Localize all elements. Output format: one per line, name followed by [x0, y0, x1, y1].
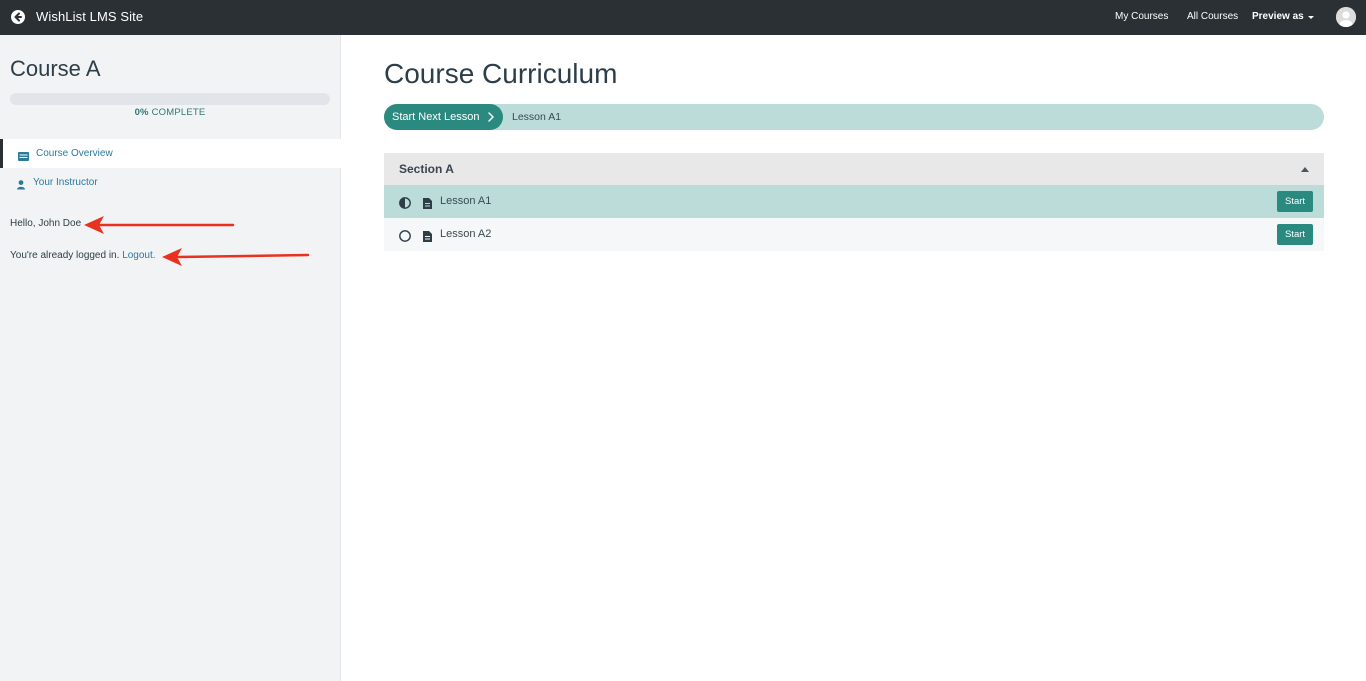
sidebar-item-label: Course Overview: [36, 148, 113, 159]
start-next-lesson-label: Start Next Lesson: [392, 111, 480, 123]
sidebar: Course A 0% COMPLETE Course Overview You…: [0, 35, 341, 681]
progress-label: 0% COMPLETE: [10, 107, 330, 118]
site-title[interactable]: WishList LMS Site: [36, 9, 143, 24]
all-courses-link[interactable]: All Courses: [1187, 11, 1238, 22]
next-lesson-name: Lesson A1: [512, 111, 562, 123]
half-circle-progress-icon: [399, 196, 411, 214]
lesson-label: Lesson A2: [440, 228, 492, 240]
sidebar-item-your-instructor[interactable]: Your Instructor: [0, 168, 341, 197]
user-icon: [15, 177, 28, 195]
progress-complete-text: COMPLETE: [151, 107, 206, 118]
lesson-label: Lesson A1: [440, 195, 492, 207]
sidebar-item-label: Your Instructor: [33, 177, 98, 188]
collapse-caret-icon[interactable]: [1301, 167, 1309, 172]
chevron-right-icon: [488, 112, 494, 125]
next-lesson-bar: Start Next Lesson Lesson A1: [384, 104, 1324, 130]
section-header[interactable]: Section A: [384, 153, 1324, 185]
annotation-arrow-icon: [162, 248, 310, 266]
document-icon: [423, 229, 432, 247]
empty-circle-icon: [399, 229, 411, 247]
page-title: Course Curriculum: [384, 58, 618, 89]
logged-in-text: You're already logged in.: [10, 250, 120, 261]
start-lesson-button[interactable]: Start: [1277, 224, 1313, 245]
list-icon: [18, 148, 29, 166]
course-title: Course A: [10, 56, 101, 81]
annotation-arrow-icon: [84, 216, 235, 234]
my-courses-link[interactable]: My Courses: [1115, 11, 1168, 22]
section-title: Section A: [399, 162, 454, 176]
document-icon: [423, 196, 432, 214]
logout-link[interactable]: Logout.: [122, 250, 155, 261]
avatar[interactable]: [1336, 7, 1356, 27]
start-next-lesson-button[interactable]: Start Next Lesson: [384, 104, 503, 130]
start-lesson-button[interactable]: Start: [1277, 191, 1313, 212]
progress-percent: 0%: [134, 107, 149, 118]
top-bar: WishList LMS Site My Courses All Courses…: [0, 0, 1366, 35]
logged-in-message: You're already logged in. Logout.: [10, 250, 156, 261]
sidebar-item-course-overview[interactable]: Course Overview: [0, 139, 341, 168]
lesson-row[interactable]: Lesson A2 Start: [384, 218, 1324, 251]
chevron-down-icon[interactable]: [1308, 16, 1314, 19]
progress-bar: [10, 93, 330, 105]
preview-as-dropdown[interactable]: Preview as: [1252, 11, 1304, 22]
back-arrow-icon[interactable]: [11, 10, 25, 24]
greeting-text: Hello, John Doe: [10, 218, 82, 229]
lesson-row[interactable]: Lesson A1 Start: [384, 185, 1324, 218]
